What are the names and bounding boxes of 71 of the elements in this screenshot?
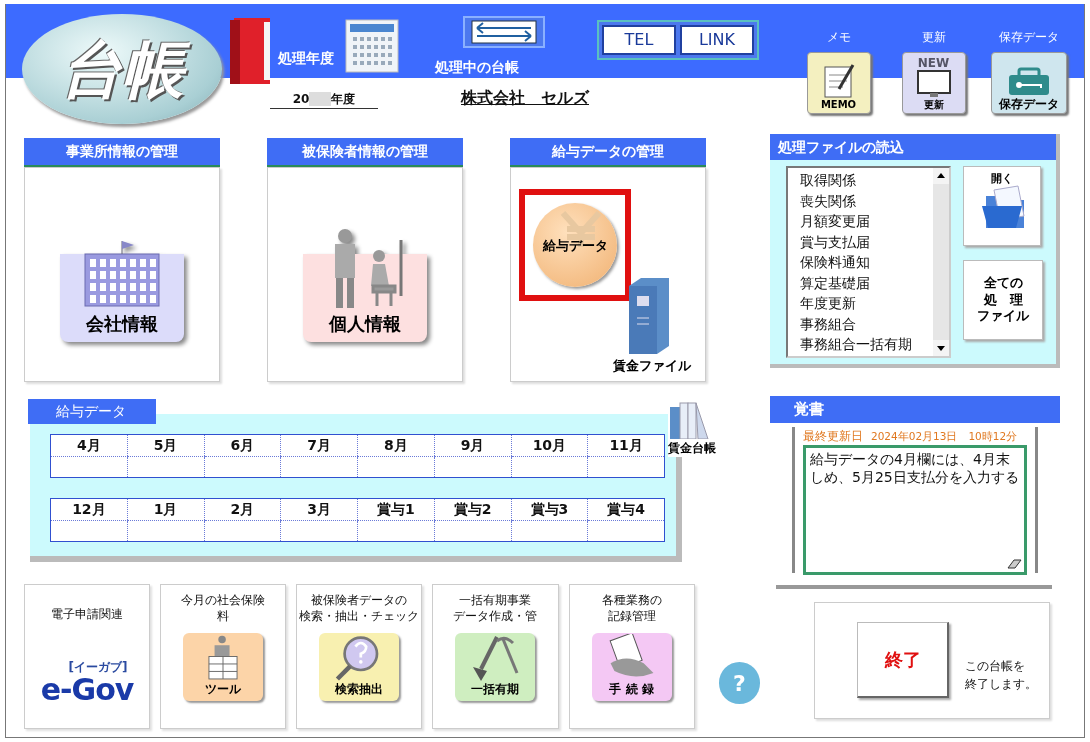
current-ledger-label: 処理中の台帳	[435, 58, 520, 77]
month-column-header[interactable]: 10月	[511, 434, 588, 457]
list-item[interactable]: 事務組合一括有期	[800, 334, 933, 355]
list-item[interactable]: 取得関係	[800, 170, 933, 191]
month-column-header[interactable]: 7月	[280, 434, 358, 457]
tool-button[interactable]: 手 続 録	[591, 633, 672, 701]
tool-button[interactable]: ツール	[183, 633, 264, 701]
key-box-icon	[1006, 66, 1051, 97]
exit-button[interactable]: 終了	[857, 622, 949, 698]
last-updated-value: 2024年02月13日 10時12分	[871, 428, 1018, 444]
month-column-header[interactable]: 8月	[357, 434, 435, 457]
scrollbar[interactable]	[933, 168, 949, 356]
month-column-header[interactable]: 3月	[280, 498, 358, 521]
month-column-header[interactable]: 12月	[50, 498, 128, 521]
file-type-list[interactable]: 取得関係 喪失関係 月額変更届 賞与支払届 保険料通知 算定基礎届 年度更新 事務組合 事務組合一括有期	[786, 166, 951, 358]
tool-card-title: 電子申請関連	[51, 607, 124, 623]
list-item[interactable]: 事務組合	[800, 313, 933, 334]
tool-button[interactable]: 保存データ	[990, 52, 1067, 114]
company-name: 株式会社 セルズ	[461, 87, 591, 109]
open-button[interactable]: 開く	[963, 166, 1041, 246]
year-value: 20	[292, 91, 310, 108]
link-button[interactable]: LINK	[680, 25, 754, 55]
month-column-header[interactable]: 6月	[204, 434, 281, 457]
tool-card-title: 一括有期事業 データ作成・管	[453, 593, 538, 625]
list-item[interactable]: 賞与支払届	[800, 231, 933, 252]
month-column-header[interactable]: 1月	[127, 498, 204, 521]
month-column-header[interactable]: 4月	[50, 434, 128, 457]
link-button[interactable]: TEL	[602, 25, 676, 55]
month-column-header[interactable]: 賞与3	[511, 498, 588, 521]
memo-text-area[interactable]: 給与データの4月欄には、4月末しめ、5月25日支払分を入力する	[803, 444, 1027, 575]
tool-caption: メモ	[826, 29, 851, 46]
tool-button[interactable]: MEMO	[806, 52, 871, 114]
e-gov-button[interactable]: [イーガブ] e-Gov	[40, 659, 134, 706]
eraser-icon	[1006, 557, 1022, 570]
logo: 台帳	[22, 14, 222, 124]
tool-button[interactable]: NEW 更新	[901, 52, 966, 114]
month-column-header[interactable]: 賞与1	[357, 498, 435, 521]
tool-card-title: 今月の社会保険 料	[181, 593, 266, 625]
wage-ledger-button[interactable]: 賃金台帳	[668, 401, 716, 457]
panel-header: 覚書	[770, 396, 1060, 423]
swap-arrows-button[interactable]	[463, 16, 545, 48]
year-suffix: 年度	[331, 91, 356, 108]
month-column-header[interactable]: 賞与4	[587, 498, 665, 521]
tool-button[interactable]: 一括有期	[455, 633, 536, 701]
month-column-header[interactable]: 9月	[434, 434, 511, 457]
redaction-block	[309, 92, 332, 106]
new-label: NEW	[917, 57, 950, 69]
list-item[interactable]: 喪失関係	[800, 190, 933, 211]
exit-note: この台帳を 終了します。	[965, 658, 1037, 693]
panel-header: 被保険者情報の管理	[267, 138, 463, 167]
tool-card-title: 被保険者データの 検索・抽出・チェック	[299, 593, 420, 625]
month-column-header[interactable]: 2月	[204, 498, 281, 521]
tool-card-title: 各種業務の 記録管理	[601, 593, 662, 625]
list-item[interactable]: 保険料通知	[800, 252, 933, 273]
panel-header: 処理ファイルの読込	[770, 134, 1056, 160]
year-label: 処理年度	[278, 49, 334, 68]
list-item[interactable]: 年度更新	[800, 293, 933, 314]
panel-header: 給与データの管理	[510, 138, 706, 167]
panel-header: 事業所情報の管理	[24, 138, 220, 167]
tool-button[interactable]: 検索抽出	[319, 633, 400, 701]
all-files-button[interactable]: 全ての 処 理 ファイル	[963, 260, 1043, 340]
tool-caption: 更新	[921, 29, 946, 46]
last-updated-label: 最終更新日	[803, 427, 863, 445]
month-column-header[interactable]: 賞与2	[434, 498, 511, 521]
tool-caption: 保存データ	[998, 29, 1059, 46]
list-item[interactable]: 月額変更届	[800, 211, 933, 232]
month-column-header[interactable]: 11月	[587, 434, 665, 457]
calendar-icon	[344, 18, 400, 74]
month-column-header[interactable]: 5月	[127, 434, 204, 457]
salary-data-button[interactable]: 給与データ	[533, 202, 617, 287]
list-item[interactable]: 算定基礎届	[800, 272, 933, 293]
